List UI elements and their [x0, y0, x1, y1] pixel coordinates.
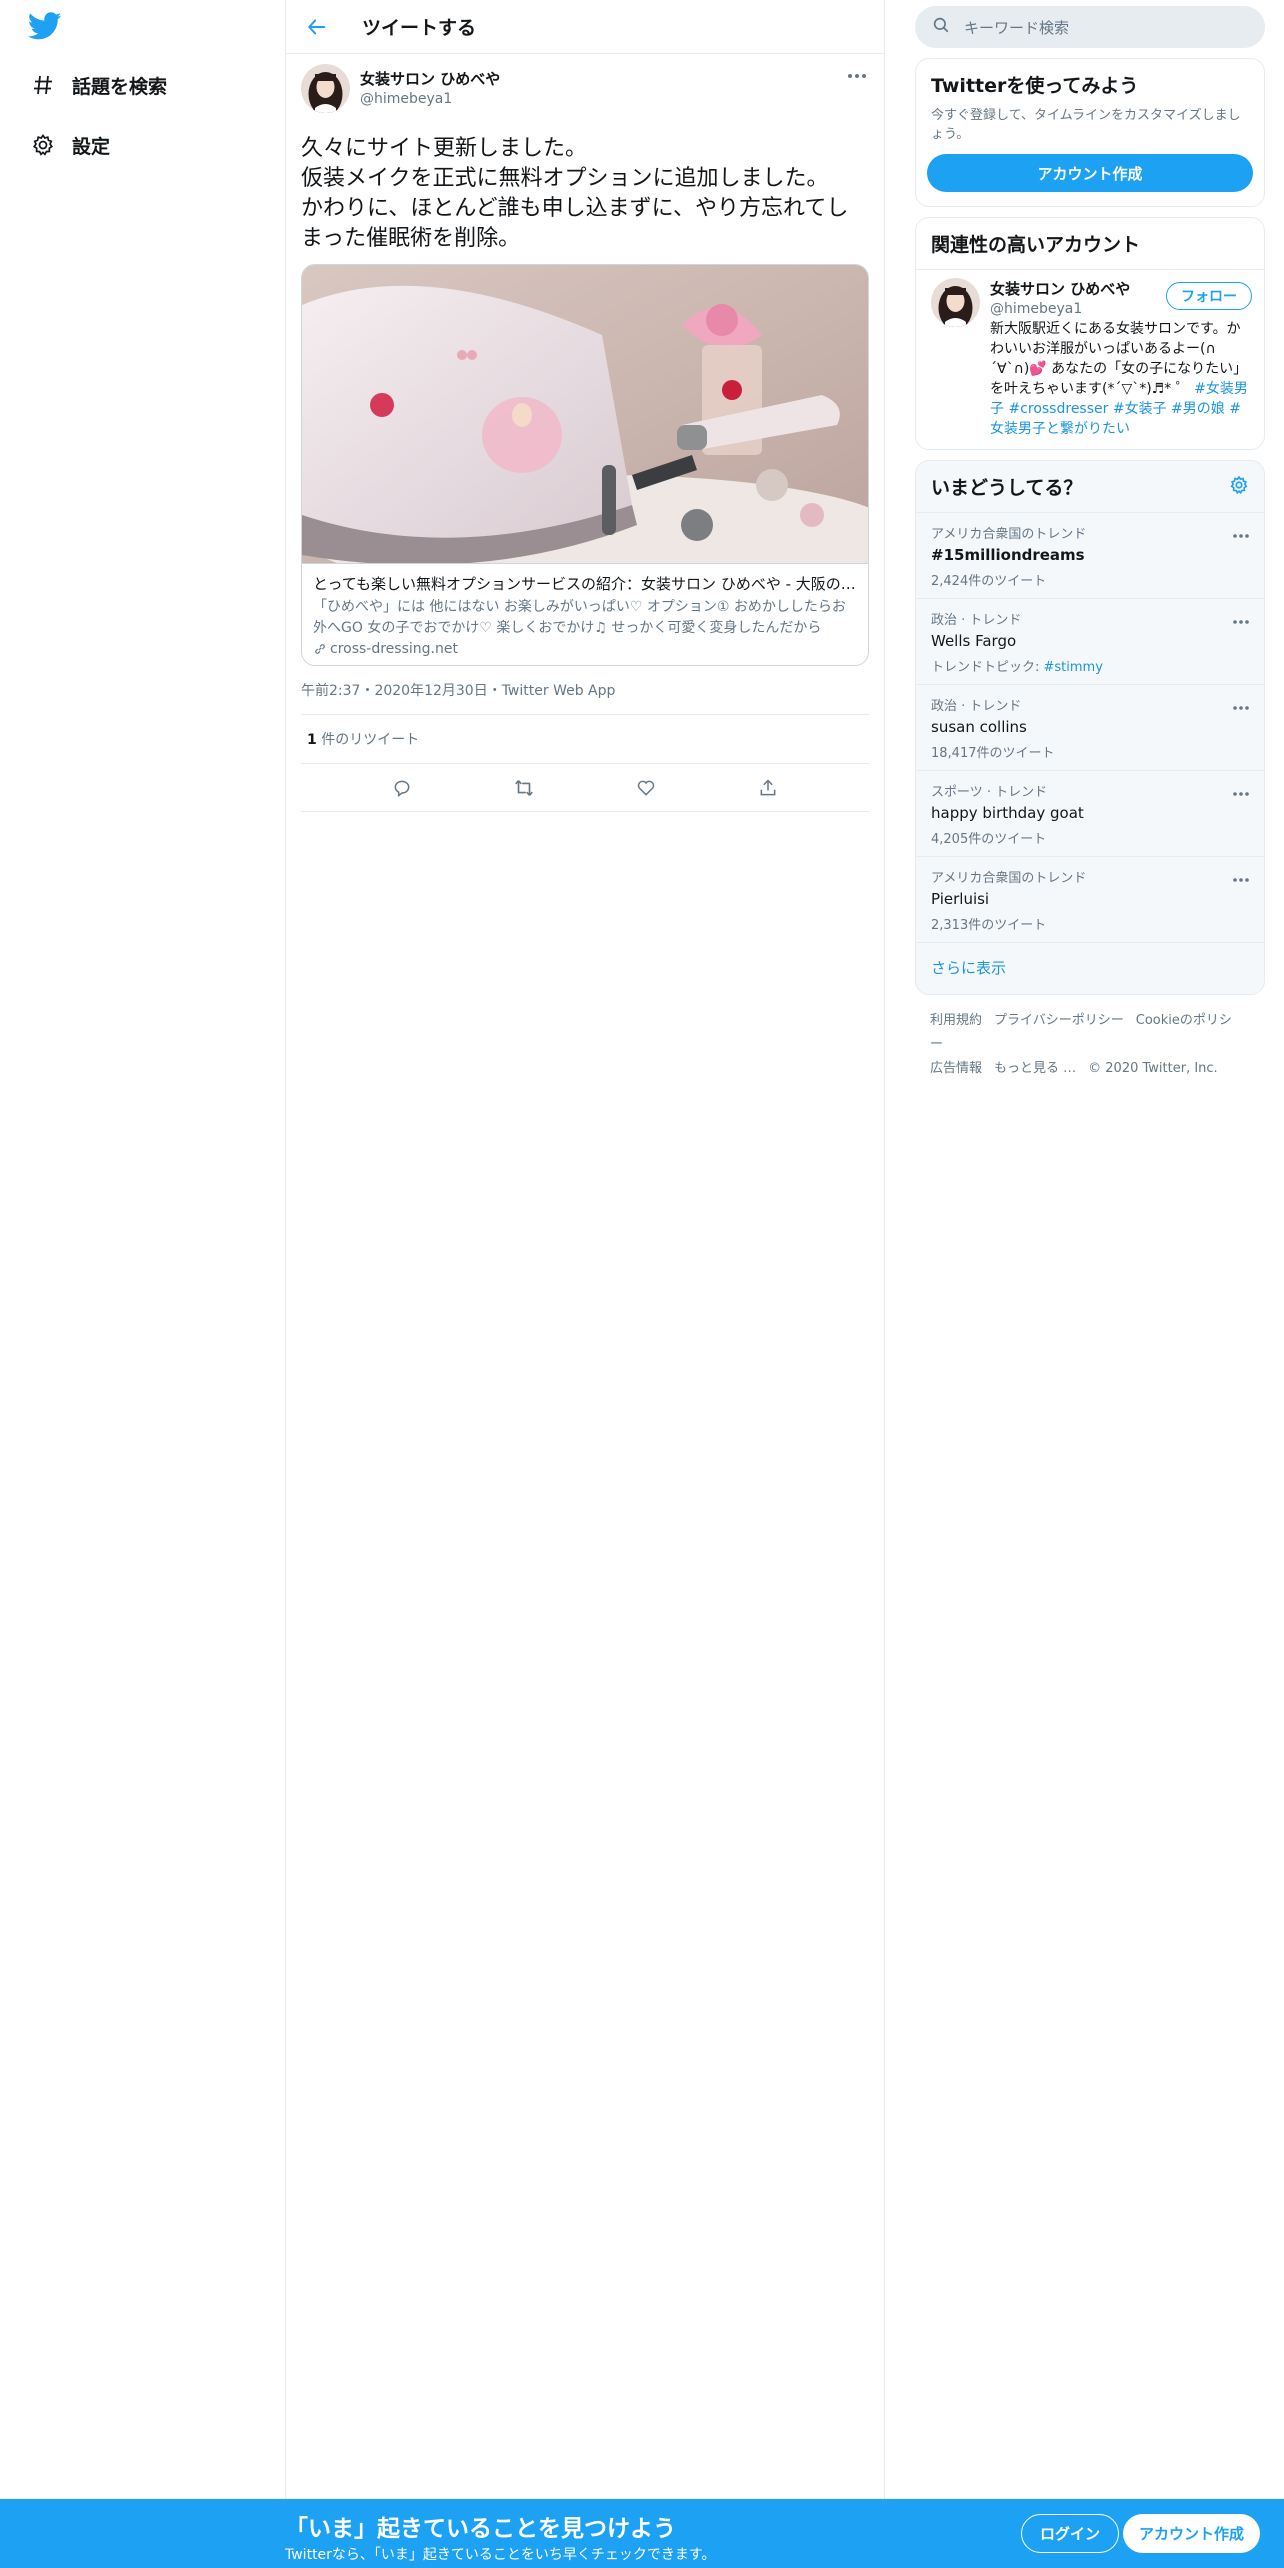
page-title: ツイートする	[362, 17, 477, 39]
avatar[interactable]	[931, 278, 980, 327]
signup-button[interactable]: アカウント作成	[1123, 2514, 1261, 2553]
retweet-label: 件のリツイート	[316, 732, 420, 748]
link-card[interactable]: とっても楽しい無料オプションサービスの紹介：女装サロン ひめべや - 大阪の女装…	[301, 264, 869, 666]
card-image	[302, 265, 868, 563]
search-icon	[932, 16, 950, 38]
related-account[interactable]: 女装サロン ひめべや @himebeya1 新大阪駅近くにある女装サロンです。か…	[916, 270, 1264, 449]
tweet-author-name[interactable]: 女装サロン ひめべや	[360, 68, 500, 89]
tweet: 女装サロン ひめべや @himebeya1 久々にサイト更新しました。 仮装メイ…	[286, 54, 884, 812]
tweet-meta: 午前2:37・2020年12月30日・Twitter Web App	[301, 680, 869, 715]
trend-item[interactable]: 政治 · トレンド Wells Fargo トレンドトピック: #stimmy	[916, 599, 1264, 685]
trend-name: susan collins	[931, 718, 1027, 736]
page-header: ツイートする	[286, 0, 884, 54]
footer-link-ads[interactable]: 広告情報	[930, 1061, 982, 1076]
nav-settings[interactable]: 設定	[28, 125, 110, 165]
trend-context: 政治 · トレンド	[931, 699, 1022, 714]
trend-count: 4,205件のツイート	[931, 832, 1047, 847]
related-accounts-box: 関連性の高いアカウント 女装サロン ひめべや @himebeya1 新大阪駅近く…	[915, 217, 1265, 450]
bottom-bar-subtitle: Twitterなら、「いま」起きていることをいち早くチェックできます。	[285, 2547, 716, 2563]
trends-header: いまどうしてる？	[916, 461, 1264, 513]
tweet-actions	[301, 764, 869, 812]
trend-topic: トレンドトピック: #stimmy	[931, 656, 1249, 675]
more-options-icon[interactable]	[1232, 783, 1250, 802]
bottom-bar-title: 「いま」起きていることを見つけよう	[285, 2516, 676, 2542]
card-domain-text: cross-dressing.net	[330, 641, 458, 657]
twitter-bird-icon[interactable]	[27, 12, 62, 42]
trend-item[interactable]: アメリカ合衆国のトレンド #15milliondreams 2,424件のツイー…	[916, 513, 1264, 599]
trend-name: happy birthday goat	[931, 804, 1084, 822]
create-account-button[interactable]: アカウント作成	[927, 154, 1253, 192]
nav-explore-label: 話題を検索	[72, 75, 168, 98]
tweet-author-handle[interactable]: @himebeya1	[360, 91, 500, 107]
trends-title: いまどうしてる？	[931, 477, 1083, 499]
trend-context: スポーツ · トレンド	[931, 785, 1048, 800]
search-input[interactable]: キーワード検索	[915, 6, 1265, 48]
trend-name: #15milliondreams	[931, 546, 1085, 564]
trend-item[interactable]: 政治 · トレンド susan collins 18,417件のツイート	[916, 685, 1264, 771]
bottom-signup-bar: 「いま」起きていることを見つけよう Twitterなら、「いま」起きていることを…	[0, 2499, 1284, 2568]
more-options-icon[interactable]	[1232, 525, 1250, 544]
nav-settings-label: 設定	[72, 135, 111, 158]
show-more-link[interactable]: さらに表示	[916, 943, 1264, 994]
reply-icon[interactable]	[390, 776, 414, 800]
nav-explore[interactable]: 話題を検索	[28, 65, 167, 105]
related-bio: 新大阪駅近くにある女装サロンです。かわいいお洋服がいっぱいあるよー(∩ ˊ∀ˋ∩…	[990, 319, 1249, 439]
sidebar-right: キーワード検索 Twitterを使ってみよう 今すぐ登録して、タイムラインをカス…	[915, 0, 1265, 1095]
footer: 利用規約 プライバシーポリシー Cookieのポリシー 広告情報 もっと見る … © 2…	[915, 995, 1265, 1095]
footer-link-terms[interactable]: 利用規約	[930, 1013, 982, 1028]
tweet-text: 久々にサイト更新しました。 仮装メイクを正式に無料オプションに追加しました。 か…	[301, 136, 849, 251]
gear-icon	[28, 130, 58, 160]
trend-context: アメリカ合衆国のトレンド	[931, 527, 1087, 542]
like-icon[interactable]	[634, 776, 658, 800]
trends-box: いまどうしてる？ アメリカ合衆国のトレンド #15milliondreams 2…	[915, 460, 1265, 995]
card-description: 「ひめべや」には 他にはない お楽しみがいっぱい♡ オプション① おめかししたら…	[313, 599, 846, 636]
footer-link-more[interactable]: もっと見る …	[994, 1061, 1076, 1076]
more-options-icon[interactable]	[1232, 611, 1250, 630]
footer-copyright: © 2020 Twitter, Inc.	[1088, 1061, 1218, 1076]
main-column: ツイートする 女装サロン ひめべや @himebeya1 久々にサイト更新しまし…	[285, 0, 885, 2568]
trend-count: 2,313件のツイート	[931, 918, 1047, 933]
trend-count: 2,424件のツイート	[931, 574, 1047, 589]
trend-topic-prefix: トレンドトピック:	[931, 660, 1044, 675]
signup-description: 今すぐ登録して、タイムラインをカスタマイズしましょう。	[931, 108, 1241, 142]
retweet-stats[interactable]: 1 件のリツイート	[301, 715, 869, 764]
trend-count: 18,417件のツイート	[931, 746, 1055, 761]
more-options-icon[interactable]	[846, 68, 868, 82]
trend-name: Wells Fargo	[931, 632, 1017, 650]
hashtag-icon	[28, 70, 58, 100]
arrow-left-icon[interactable]	[306, 15, 330, 39]
follow-button[interactable]: フォロー	[1166, 282, 1252, 310]
link-icon	[315, 644, 325, 654]
share-icon[interactable]	[756, 776, 780, 800]
avatar[interactable]	[301, 64, 350, 113]
login-button[interactable]: ログイン	[1021, 2514, 1120, 2553]
search-placeholder: キーワード検索	[964, 18, 1070, 37]
retweet-icon[interactable]	[512, 776, 536, 800]
signup-box: Twitterを使ってみよう 今すぐ登録して、タイムラインをカスタマイズしましょ…	[915, 58, 1265, 207]
trend-context: アメリカ合衆国のトレンド	[931, 871, 1087, 886]
card-title: とっても楽しい無料オプションサービスの紹介：女装サロン ひめべや - 大阪の女装…	[313, 575, 857, 593]
tweet-author[interactable]: 女装サロン ひめべや @himebeya1	[301, 64, 869, 118]
more-options-icon[interactable]	[1232, 697, 1250, 716]
more-options-icon[interactable]	[1232, 869, 1250, 888]
trend-item[interactable]: スポーツ · トレンド happy birthday goat 4,205件のツ…	[916, 771, 1264, 857]
settings-gear-icon[interactable]	[1229, 475, 1249, 499]
signup-title: Twitterを使ってみよう	[931, 75, 1139, 97]
left-navigation: 話題を検索 設定	[0, 0, 285, 2568]
trend-topic-link[interactable]: #stimmy	[1044, 660, 1103, 675]
card-domain: cross-dressing.net	[313, 641, 857, 657]
trend-context: 政治 · トレンド	[931, 613, 1022, 628]
trend-name: Pierluisi	[931, 890, 990, 908]
related-title: 関連性の高いアカウント	[916, 218, 1264, 270]
footer-link-privacy[interactable]: プライバシーポリシー	[994, 1013, 1124, 1028]
retweet-count: 1	[307, 732, 317, 748]
trend-item[interactable]: アメリカ合衆国のトレンド Pierluisi 2,313件のツイート	[916, 857, 1264, 943]
